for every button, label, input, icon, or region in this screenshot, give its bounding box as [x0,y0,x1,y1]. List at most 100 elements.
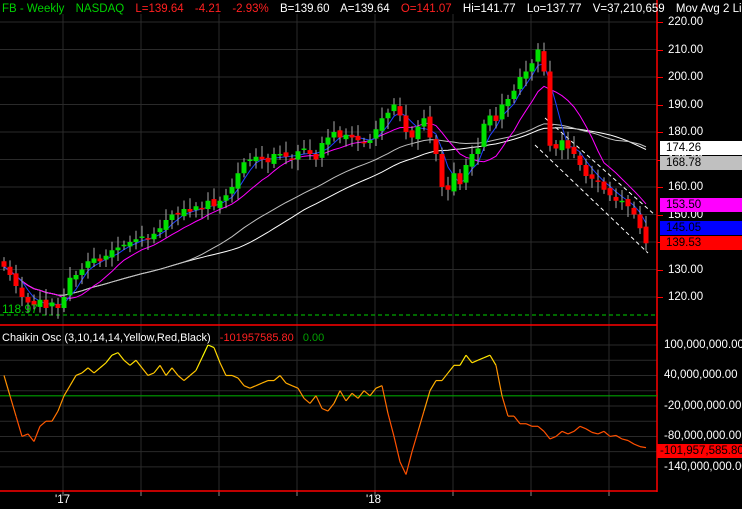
candle-body [235,173,241,189]
candle-body [217,200,223,208]
price-axis-tick [657,269,663,271]
oscillator-line-segment [537,425,545,432]
oscillator-line-segment [123,359,131,366]
candle-body [403,115,409,132]
candle-body [553,144,559,149]
oscillator-line-segment [15,415,23,437]
x-label-2018: '18 [366,494,381,506]
price-axis-tick [657,297,663,298]
candle-body [121,244,127,247]
candle-body [529,63,535,72]
high-price: Hi=141.77 [462,3,516,15]
candle-body [115,247,121,251]
oscillator-line-segment [141,367,149,376]
candle-body [43,299,49,308]
oscillator-axis-label: 40,000,000.00 [664,369,738,382]
oscillator-line-segment [357,390,365,399]
candle-body [19,287,25,297]
oscillator-line-segment [327,403,335,412]
oscillator-line-segment [51,410,59,422]
mov-avg-label: Mov Avg 2 Li ... [675,3,742,15]
candle-body [493,115,499,121]
candle-body [265,157,271,163]
oscillator-line-segment [597,430,605,435]
candle-body [85,261,91,268]
candle-body [13,273,19,286]
candle-body [499,104,505,120]
volume-value: V=37,210,659 [592,3,665,15]
candle-body [37,299,43,307]
price-axis-tick [657,77,663,78]
candle-body [433,139,439,154]
oscillator-line-segment [177,375,185,382]
price-axis-tick [657,49,663,51]
oscillator-line-segment [363,390,371,397]
oscillator-line-segment [621,438,629,442]
price-axis-tick [657,104,663,106]
oscillator-current-tag: -101,957,585.80 [657,444,742,458]
candle-body [205,200,211,209]
candle-body [175,212,181,215]
candle-body [523,71,529,79]
oscillator-header: Chaikin Osc (3,10,14,14,Yellow,Red,Black… [2,332,330,344]
price-axis-label: 130.00 [668,263,704,276]
oscillator-line-segment [261,380,269,384]
candle-body [283,152,289,157]
price-tag: 139.53 [660,236,742,251]
candle-body [133,239,139,242]
oscillator-line-segment [195,357,203,371]
oscillator-line-segment [561,430,569,435]
oscillator-line-segment [555,430,563,437]
oscillator-line-segment [579,425,587,430]
candle-body [67,277,73,296]
oscillator-line-segment [345,392,353,402]
candle-body [139,236,145,238]
oscillator-line-segment [495,365,503,396]
price-axis-label: 210.00 [668,43,704,56]
candle-body [469,154,475,167]
candle-body [631,207,637,215]
price-axis-tick [657,187,663,188]
price-axis-label: 160.00 [668,181,704,193]
candle-body [409,130,415,138]
candle-body [637,214,643,229]
oscillator-line-segment [375,385,383,389]
candle-body [373,129,379,139]
exchange-label: NASDAQ [75,3,125,15]
change-value: -4.21 [194,3,222,15]
candle-body [313,154,319,160]
oscillator-line-segment [465,354,473,364]
candle-body [157,228,163,233]
oscillator-line-segment [249,385,257,389]
candle-body [1,261,7,267]
oscillator-line-segment [315,395,323,409]
oscillator-line-segment [591,431,599,435]
price-axis-label: 200.00 [668,71,704,83]
candle-body [427,116,433,138]
candle-body [223,195,229,201]
oscillator-line-segment [153,364,161,374]
candle-body [643,226,649,244]
price-tag: 168.78 [660,155,742,170]
oscillator-line-segment [33,426,41,442]
candle-body [259,156,265,160]
oscillator-line-segment [279,375,287,384]
candle-body [475,148,481,154]
oscillator-line-segment [183,375,191,382]
oscillator-line-segment [633,443,641,448]
candle-body [253,156,259,162]
candle-body [379,118,385,131]
candle-body [457,173,463,185]
oscillator-line-segment [105,354,113,364]
candle-body [169,214,175,220]
candle-body [247,159,253,161]
candle-body [385,112,391,119]
oscillator-line-segment [441,372,449,381]
oscillator-line-segment [567,430,575,435]
price-axis-tick [657,214,663,216]
low-marker-label: 118.97 [2,302,38,316]
price-axis-tick [657,132,663,133]
candle-body [319,143,325,158]
candle-body [325,137,331,145]
candle-body [487,115,493,126]
